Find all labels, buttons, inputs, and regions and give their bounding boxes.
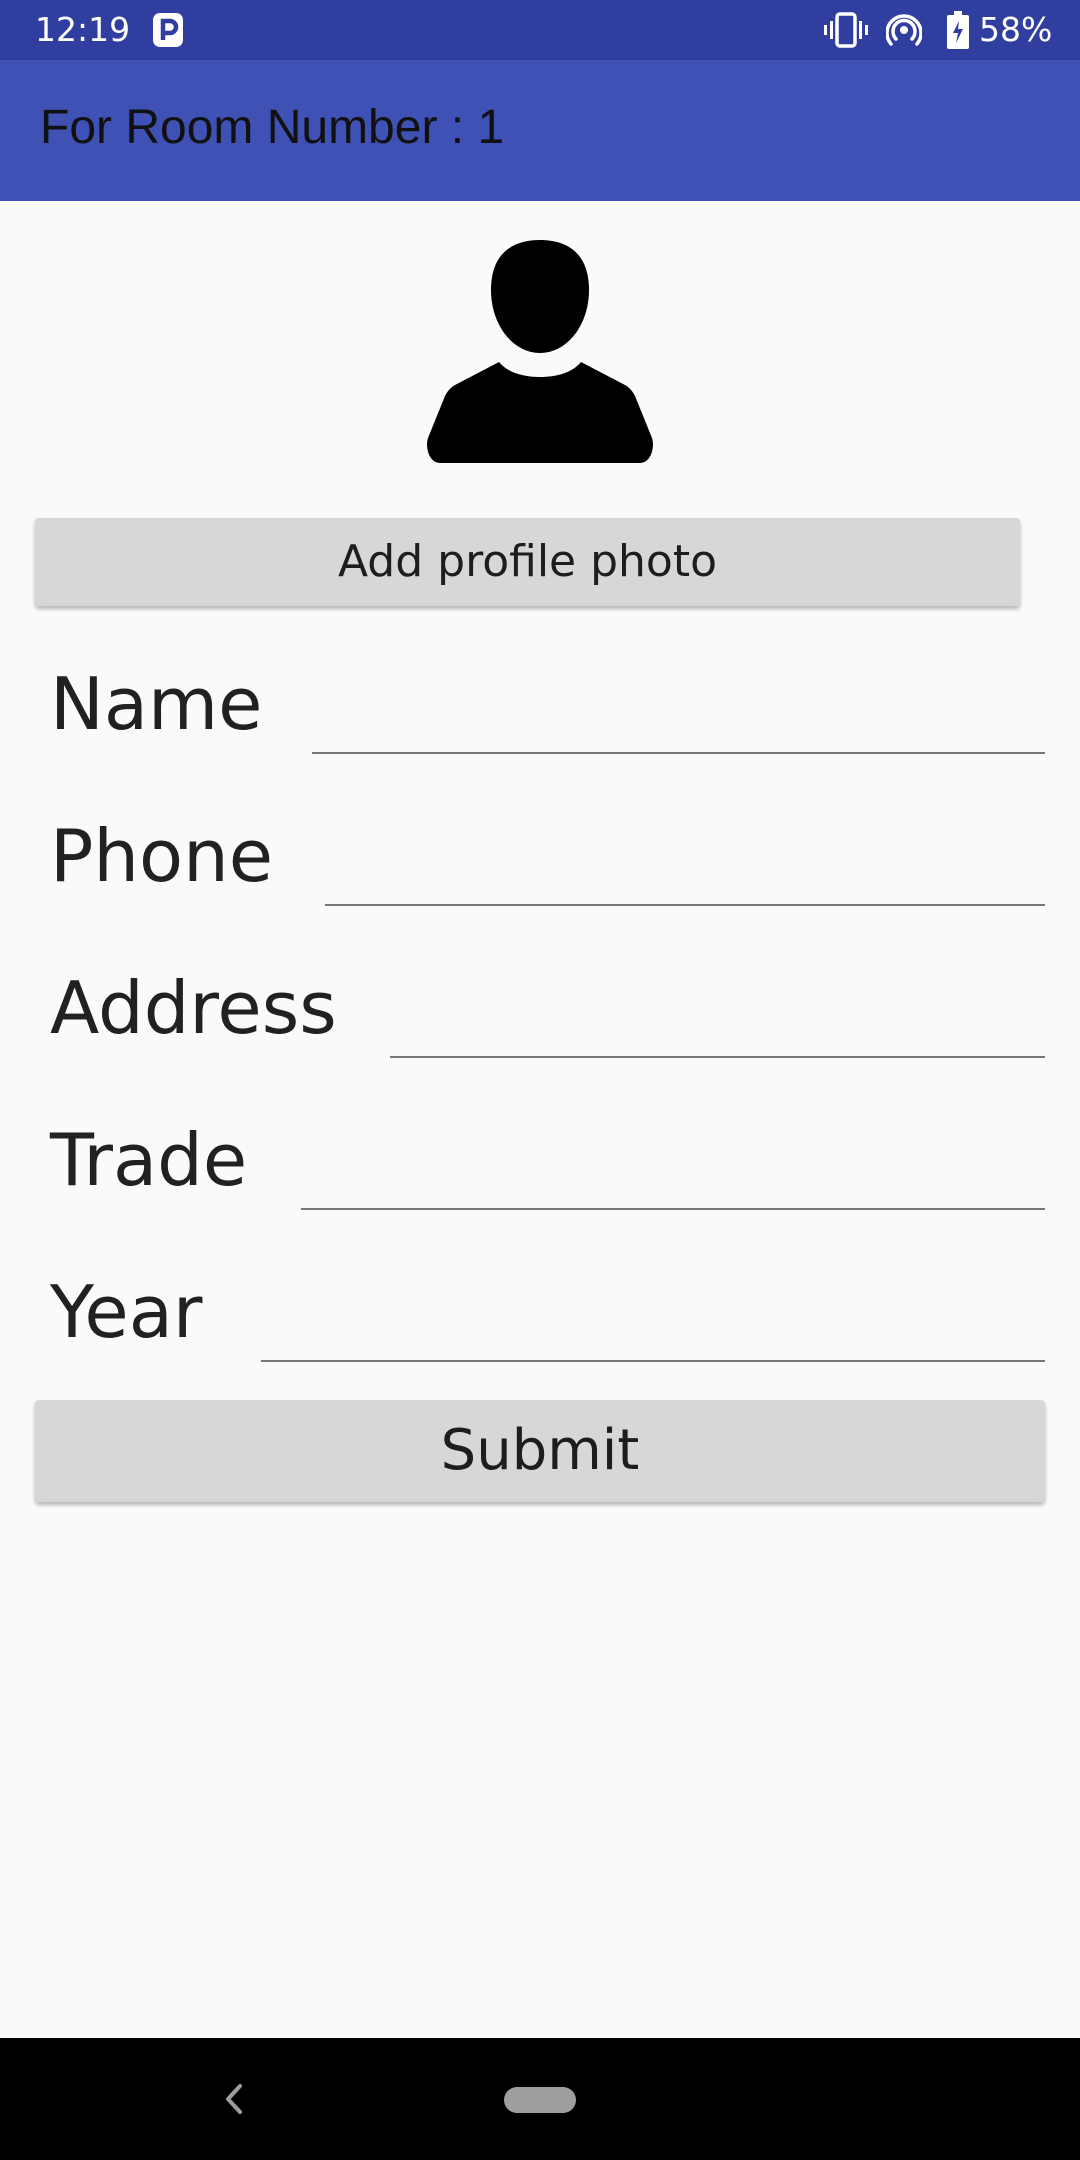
address-field[interactable] bbox=[390, 1056, 1045, 1058]
battery-percentage: 58% bbox=[979, 10, 1053, 49]
page-title: For Room Number : 1 bbox=[40, 101, 505, 154]
submit-button[interactable]: Submit bbox=[35, 1400, 1045, 1502]
add-profile-photo-button[interactable]: Add profile photo bbox=[35, 518, 1020, 606]
screen: 12:19 58% For Room Number : 1 Add profil… bbox=[0, 0, 1080, 2160]
back-icon[interactable] bbox=[218, 2080, 250, 2118]
p-notification-icon bbox=[153, 13, 183, 47]
phone-field[interactable] bbox=[325, 904, 1045, 906]
trade-label: Trade bbox=[50, 1118, 248, 1202]
vibrate-icon bbox=[824, 12, 868, 48]
status-time: 12:19 bbox=[35, 10, 131, 49]
app-bar: For Room Number : 1 bbox=[0, 60, 1080, 201]
name-field[interactable] bbox=[312, 752, 1045, 754]
trade-field[interactable] bbox=[301, 1208, 1045, 1210]
battery-icon bbox=[947, 11, 969, 49]
phone-label: Phone bbox=[50, 814, 274, 898]
name-label: Name bbox=[50, 662, 263, 746]
year-label: Year bbox=[50, 1270, 203, 1354]
address-label: Address bbox=[50, 966, 337, 1050]
avatar-icon[interactable] bbox=[425, 235, 655, 465]
hotspot-icon bbox=[886, 14, 922, 46]
home-icon[interactable] bbox=[504, 2087, 576, 2113]
status-bar: 12:19 58% bbox=[0, 0, 1080, 60]
year-field[interactable] bbox=[261, 1360, 1045, 1362]
